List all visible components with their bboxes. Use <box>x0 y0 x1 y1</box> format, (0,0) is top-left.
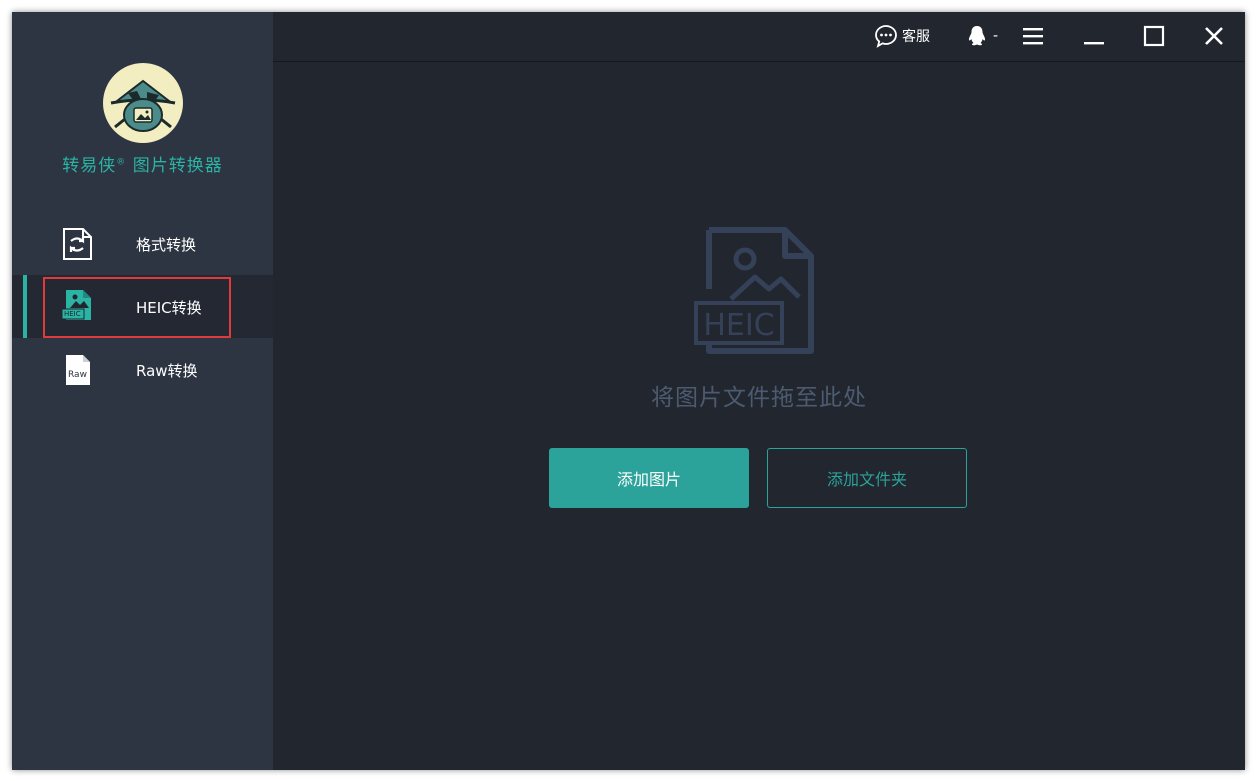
drop-zone[interactable]: HEIC 将图片文件拖至此处 添加图片 添加文件夹 <box>273 62 1245 770</box>
svg-text:Raw: Raw <box>68 370 87 380</box>
sidebar-item-format-convert[interactable]: 格式转换 <box>12 212 273 275</box>
close-icon <box>1205 27 1223 45</box>
minimize-button[interactable] <box>1083 22 1105 50</box>
active-indicator <box>23 275 27 338</box>
qq-penguin-icon <box>968 26 986 46</box>
raw-file-icon: Raw <box>63 353 97 387</box>
app-title: 转易侠® 图片转换器 <box>12 151 273 176</box>
add-folder-button[interactable]: 添加文件夹 <box>767 448 967 508</box>
menu-button[interactable] <box>1022 22 1044 50</box>
qq-account-button[interactable]: - <box>965 22 998 50</box>
app-logo <box>103 63 183 143</box>
minimize-icon <box>1084 42 1104 45</box>
sidebar-item-heic-convert[interactable]: HEIC HEIC转换 <box>12 275 273 338</box>
maximize-button[interactable] <box>1143 22 1165 50</box>
sidebar-item-label: 格式转换 <box>136 236 197 254</box>
close-button[interactable] <box>1203 22 1225 50</box>
heic-placeholder-label: HEIC <box>703 308 774 343</box>
heic-icon-text: HEIC <box>64 310 81 318</box>
title-bar: 客服 - <box>273 12 1245 62</box>
maximize-icon <box>1143 25 1165 47</box>
registered-mark: ® <box>116 157 127 168</box>
format-convert-icon <box>61 227 95 261</box>
sidebar: 转易侠® 图片转换器 格式转换 HEIC HEIC转换 Raw Raw转换 <box>12 12 273 770</box>
chat-bubble-icon <box>875 25 897 48</box>
customer-service-button[interactable]: 客服 <box>874 22 930 50</box>
customer-service-label: 客服 <box>902 29 930 45</box>
app-window: 转易侠® 图片转换器 格式转换 HEIC HEIC转换 Raw Raw转换 客服… <box>12 12 1245 770</box>
app-title-suffix: 图片转换器 <box>126 156 223 176</box>
heic-file-placeholder-icon: HEIC <box>693 227 817 355</box>
sidebar-item-label: HEIC转换 <box>136 299 202 317</box>
qq-account-label: - <box>993 28 999 44</box>
drop-hint-text: 将图片文件拖至此处 <box>651 385 867 411</box>
sidebar-item-raw-convert[interactable]: Raw Raw转换 <box>12 338 273 401</box>
hamburger-menu-icon <box>1023 28 1043 45</box>
add-image-button[interactable]: 添加图片 <box>549 448 749 508</box>
app-title-name: 转易侠 <box>62 156 117 176</box>
sidebar-item-label: Raw转换 <box>136 362 198 380</box>
